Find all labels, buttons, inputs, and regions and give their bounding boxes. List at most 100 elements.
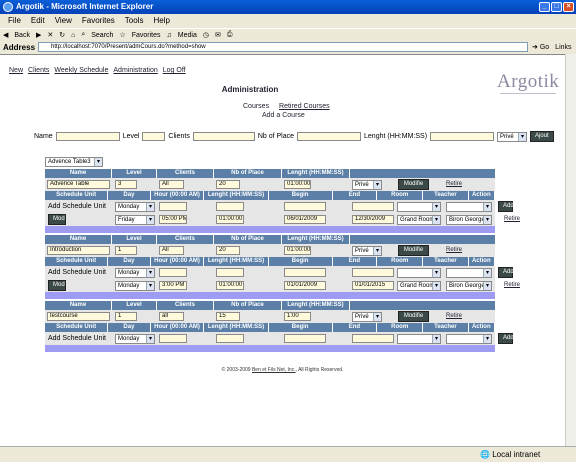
unit-teacher-select[interactable]: Biron George (446, 215, 492, 225)
add-schedule-button[interactable]: Add (498, 333, 514, 344)
course-nb-place-input[interactable]: 20 (216, 246, 240, 255)
favorites-button[interactable]: Favorites (132, 32, 161, 39)
add-day-select[interactable]: Monday (115, 268, 155, 278)
modifie-button[interactable]: Modifie (398, 245, 429, 256)
close-icon[interactable]: × (563, 2, 574, 12)
clients-input[interactable] (192, 132, 255, 141)
course-lenght-input[interactable]: 1:00 (284, 312, 311, 321)
add-lenght-input[interactable] (216, 268, 244, 277)
add-teacher-select[interactable] (446, 202, 492, 212)
menu-view[interactable]: View (55, 14, 72, 28)
minimize-icon[interactable]: _ (539, 2, 550, 12)
retire-link[interactable]: Retire (446, 313, 462, 319)
nav-new[interactable]: New (9, 67, 23, 74)
course-clients-input[interactable]: All (159, 246, 184, 255)
menu-tools[interactable]: Tools (125, 14, 144, 28)
retired-courses-link[interactable]: Retired Courses (279, 103, 330, 110)
course-level-input[interactable]: 1 (115, 246, 137, 255)
add-end-input[interactable] (352, 334, 394, 343)
forward-arrow-icon[interactable]: ▶ (36, 31, 41, 39)
course-lenght-input[interactable]: 01:00:00 (284, 246, 311, 255)
search-button[interactable]: Search (91, 32, 113, 39)
add-begin-input[interactable] (284, 202, 326, 211)
address-input[interactable]: http://localhost:7070/Present/admCours.d… (38, 42, 529, 52)
nav-weekly-schedule[interactable]: Weekly Schedule (54, 67, 108, 74)
unit-hour-input[interactable]: 05:00 PM (159, 215, 187, 224)
course-level-input[interactable]: 3 (115, 180, 137, 189)
add-teacher-select[interactable] (446, 334, 492, 344)
add-room-select[interactable] (397, 268, 441, 278)
course-type-select[interactable]: Privé (352, 246, 382, 256)
course-nb-place-input[interactable]: 20 (216, 180, 240, 189)
course-level-input[interactable]: 1 (115, 312, 137, 321)
add-room-select[interactable] (397, 202, 441, 212)
mod-button[interactable]: Mod (48, 214, 66, 225)
vertical-scrollbar[interactable] (565, 54, 576, 446)
stop-icon[interactable]: ✕ (47, 31, 53, 39)
modifie-button[interactable]: Modifie (398, 311, 429, 322)
refresh-icon[interactable]: ↻ (59, 31, 65, 39)
footer-company-link[interactable]: Ben et Fils Net, Inc. (252, 367, 296, 373)
unit-room-select[interactable]: Grand Room (397, 215, 441, 225)
course-name-input[interactable]: Introduction (47, 246, 110, 255)
unit-retire-link[interactable]: Retire (504, 216, 520, 222)
unit-day-select[interactable]: Monday (115, 281, 155, 291)
ajout-button[interactable]: Ajout (530, 131, 554, 142)
course-lenght-input[interactable]: 01:00:00 (284, 180, 311, 189)
unit-hour-input[interactable]: 3:00 PM (159, 281, 187, 290)
search-icon[interactable]: ⌕ (81, 31, 85, 39)
course-type-select[interactable]: Privé (352, 312, 382, 322)
course-nb-place-input[interactable]: 15 (216, 312, 240, 321)
add-hour-input[interactable] (159, 202, 187, 211)
course-clients-input[interactable]: all (159, 312, 184, 321)
level-input[interactable] (142, 132, 166, 141)
back-arrow-icon[interactable]: ◀ (3, 31, 8, 39)
unit-end-input[interactable]: 01/01/2015 (352, 281, 394, 290)
add-end-input[interactable] (352, 268, 394, 277)
menu-edit[interactable]: Edit (31, 14, 45, 28)
course-clients-input[interactable]: All (159, 180, 184, 189)
table-select[interactable]: Advence Table3 (45, 157, 103, 167)
unit-end-input[interactable]: 12/30/2009 (352, 215, 394, 224)
type-select[interactable]: Privé (497, 131, 528, 142)
unit-retire-link[interactable]: Retire (504, 282, 520, 288)
add-room-select[interactable] (397, 334, 441, 344)
back-button[interactable]: Back (14, 32, 30, 39)
favorites-star-icon[interactable]: ☆ (119, 31, 125, 39)
unit-lenght-input[interactable]: 01:00:00 (216, 215, 244, 224)
mail-icon[interactable]: ✉ (215, 31, 221, 39)
add-end-input[interactable] (352, 202, 394, 211)
modifie-button[interactable]: Modifie (398, 179, 429, 190)
media-icon[interactable]: ♫ (167, 32, 172, 39)
unit-begin-input[interactable]: 01/01/2009 (284, 281, 326, 290)
unit-teacher-select[interactable]: Biron George (446, 281, 492, 291)
retire-link[interactable]: Retire (446, 181, 462, 187)
add-teacher-select[interactable] (446, 268, 492, 278)
add-begin-input[interactable] (284, 334, 326, 343)
home-icon[interactable]: ⌂ (71, 32, 75, 39)
add-begin-input[interactable] (284, 268, 326, 277)
menu-favorites[interactable]: Favorites (82, 14, 115, 28)
mod-button[interactable]: Mod (48, 280, 66, 291)
nb-place-input[interactable] (297, 132, 362, 141)
course-name-input[interactable]: testcourse (47, 312, 110, 321)
add-day-select[interactable]: Monday (115, 334, 155, 344)
print-icon[interactable]: ⎙ (227, 31, 233, 39)
menu-help[interactable]: Help (153, 14, 169, 28)
history-icon[interactable]: ◷ (203, 31, 209, 39)
maximize-icon[interactable]: □ (551, 2, 562, 12)
add-schedule-button[interactable]: Add (498, 201, 514, 212)
unit-begin-input[interactable]: 06/01/2009 (284, 215, 326, 224)
unit-room-select[interactable]: Grand Room (397, 281, 441, 291)
lenght-input[interactable] (430, 132, 495, 141)
add-lenght-input[interactable] (216, 202, 244, 211)
nav-clients[interactable]: Clients (28, 67, 49, 74)
add-day-select[interactable]: Monday (115, 202, 155, 212)
unit-day-select[interactable]: Friday (115, 215, 155, 225)
course-name-input[interactable]: Advence Table (47, 180, 110, 189)
retire-link[interactable]: Retire (446, 247, 462, 253)
nav-administration[interactable]: Administration (113, 67, 157, 74)
add-lenght-input[interactable] (216, 334, 244, 343)
add-hour-input[interactable] (159, 334, 187, 343)
media-button[interactable]: Media (178, 32, 197, 39)
